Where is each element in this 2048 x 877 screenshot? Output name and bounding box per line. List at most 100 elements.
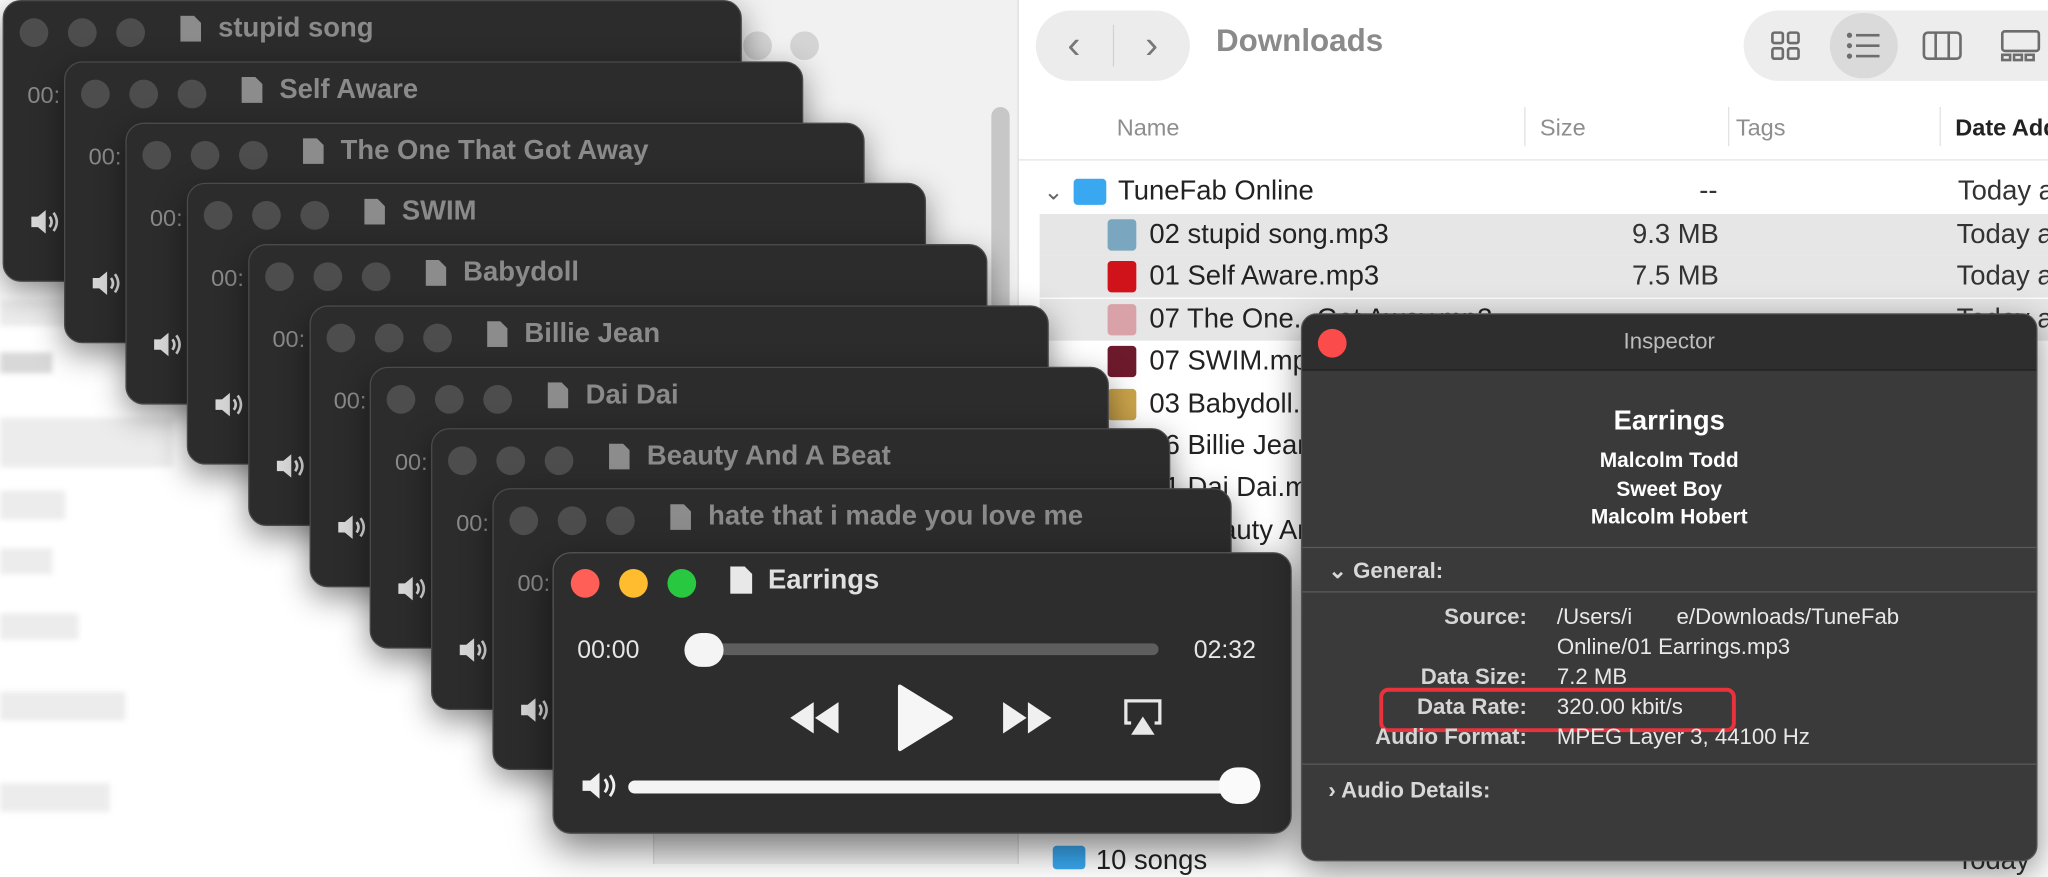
list-view-button[interactable] xyxy=(1829,13,1898,79)
divider xyxy=(1302,763,2037,765)
section-label: Audio Details: xyxy=(1341,777,1491,803)
column-tags[interactable]: Tags xyxy=(1736,115,1786,142)
zoom-button[interactable] xyxy=(422,323,452,353)
document-icon xyxy=(547,382,569,409)
zoom-button[interactable] xyxy=(545,445,574,475)
column-size[interactable]: Size xyxy=(1540,115,1586,142)
column-divider[interactable] xyxy=(1939,107,1941,147)
zoom-button[interactable] xyxy=(361,262,390,292)
volume-icon[interactable] xyxy=(459,635,493,664)
forward-button[interactable]: › xyxy=(1113,10,1189,80)
column-divider[interactable] xyxy=(1727,107,1730,147)
volume-icon[interactable] xyxy=(580,769,622,803)
minimize-button[interactable] xyxy=(312,262,342,292)
list-icon xyxy=(1846,32,1880,59)
close-button[interactable] xyxy=(264,262,294,292)
minimize-button[interactable] xyxy=(251,201,281,231)
elapsed-time: 00: xyxy=(394,448,428,475)
close-button[interactable] xyxy=(325,323,355,353)
divider xyxy=(1302,546,2037,549)
data-size-value: 7.2 MB xyxy=(1556,664,1628,690)
folder-name: TuneFab Online xyxy=(1118,176,1314,207)
volume-slider-track[interactable] xyxy=(628,780,1256,794)
source-value-line2: Online/01 Earrings.mp3 xyxy=(1556,634,1791,660)
blurred-content xyxy=(0,548,53,575)
blurred-content xyxy=(0,691,126,721)
column-divider[interactable] xyxy=(1524,107,1526,147)
back-button[interactable]: ‹ xyxy=(1036,10,1112,80)
column-header: Name Size Tags Date Added xyxy=(1017,94,2048,161)
elapsed-time: 00: xyxy=(272,326,306,353)
volume-icon[interactable] xyxy=(91,269,125,298)
duration-time: 02:32 xyxy=(1193,636,1256,665)
close-button[interactable] xyxy=(203,201,233,231)
file-size: 9.3 MB xyxy=(1631,219,1719,250)
document-icon xyxy=(180,15,202,42)
zoom-button[interactable] xyxy=(238,140,268,170)
folder-date: Today at xyxy=(1957,176,2048,207)
audio-format-value: MPEG Layer 3, 44100 Hz xyxy=(1556,724,1810,750)
minimize-button[interactable] xyxy=(190,140,220,170)
fast-forward-icon[interactable] xyxy=(1002,697,1054,739)
play-icon[interactable] xyxy=(896,684,953,752)
minimize-button[interactable] xyxy=(374,323,403,353)
close-button[interactable] xyxy=(387,384,416,414)
minimize-button[interactable] xyxy=(435,384,465,414)
volume-icon[interactable] xyxy=(275,452,309,481)
zoom-button[interactable] xyxy=(116,18,145,47)
zoom-button[interactable] xyxy=(177,79,207,109)
rewind-icon[interactable] xyxy=(789,697,841,739)
table-row[interactable]: 01 Self Aware.mp3 7.5 MB Today at xyxy=(1039,256,2048,299)
close-button[interactable] xyxy=(570,569,600,598)
volume-slider-knob[interactable] xyxy=(1218,767,1261,804)
close-button[interactable] xyxy=(142,140,171,170)
volume-icon[interactable] xyxy=(398,574,432,603)
volume-icon[interactable] xyxy=(30,208,64,237)
folder-icon xyxy=(1052,845,1086,870)
document-icon xyxy=(241,76,263,103)
zoom-button[interactable] xyxy=(667,569,697,598)
airplay-icon[interactable] xyxy=(1123,697,1162,739)
progress-knob[interactable] xyxy=(684,632,724,667)
folder-row-bottom[interactable]: 10 songs xyxy=(1052,845,1207,877)
column-name[interactable]: Name xyxy=(1117,115,1180,142)
close-button[interactable] xyxy=(509,506,539,536)
blurred-content xyxy=(0,783,110,812)
zoom-button[interactable] xyxy=(606,506,636,536)
section-label: General: xyxy=(1353,558,1444,584)
close-button[interactable] xyxy=(743,31,772,61)
window-title: Downloads xyxy=(1215,23,1384,59)
minimize-button[interactable] xyxy=(496,445,526,475)
general-section-toggle[interactable]: ⌄ General: xyxy=(1328,559,1443,585)
blurred-content xyxy=(0,490,66,520)
icon-view-button[interactable] xyxy=(1752,13,1820,78)
minimize-button[interactable] xyxy=(557,506,587,536)
progress-track[interactable] xyxy=(694,643,1159,656)
player-window-earrings[interactable]: Earrings 00:00 02:32 xyxy=(552,552,1292,834)
zoom-button[interactable] xyxy=(299,201,329,231)
column-view-button[interactable] xyxy=(1908,13,1976,78)
blurred-content xyxy=(0,613,79,640)
minimize-button[interactable] xyxy=(67,18,97,47)
audio-details-toggle[interactable]: › Audio Details: xyxy=(1328,778,1490,804)
source-label: Source: xyxy=(1444,604,1527,630)
volume-icon[interactable] xyxy=(336,513,370,542)
volume-icon[interactable] xyxy=(520,696,554,725)
minimize-button[interactable] xyxy=(129,79,158,109)
disclosure-chevron-icon[interactable]: ⌄ xyxy=(1044,171,1064,213)
folder-row[interactable]: ⌄ TuneFab Online -- Today at xyxy=(1017,171,2048,213)
zoom-button[interactable] xyxy=(483,384,513,414)
minimize-button[interactable] xyxy=(790,31,819,61)
inspector-titlebar: Inspector xyxy=(1302,314,2037,371)
view-switcher xyxy=(1743,10,2048,81)
close-button[interactable] xyxy=(80,79,110,109)
table-row[interactable]: 02 stupid song.mp3 9.3 MB Today at xyxy=(1039,214,2048,256)
gallery-view-button[interactable] xyxy=(1987,13,2048,78)
volume-icon[interactable] xyxy=(153,330,187,359)
elapsed-time: 00: xyxy=(517,570,551,597)
volume-icon[interactable] xyxy=(214,391,248,420)
minimize-button[interactable] xyxy=(619,569,648,598)
column-date-added[interactable]: Date Added xyxy=(1955,115,2048,142)
close-button[interactable] xyxy=(448,445,478,475)
close-button[interactable] xyxy=(19,18,49,47)
